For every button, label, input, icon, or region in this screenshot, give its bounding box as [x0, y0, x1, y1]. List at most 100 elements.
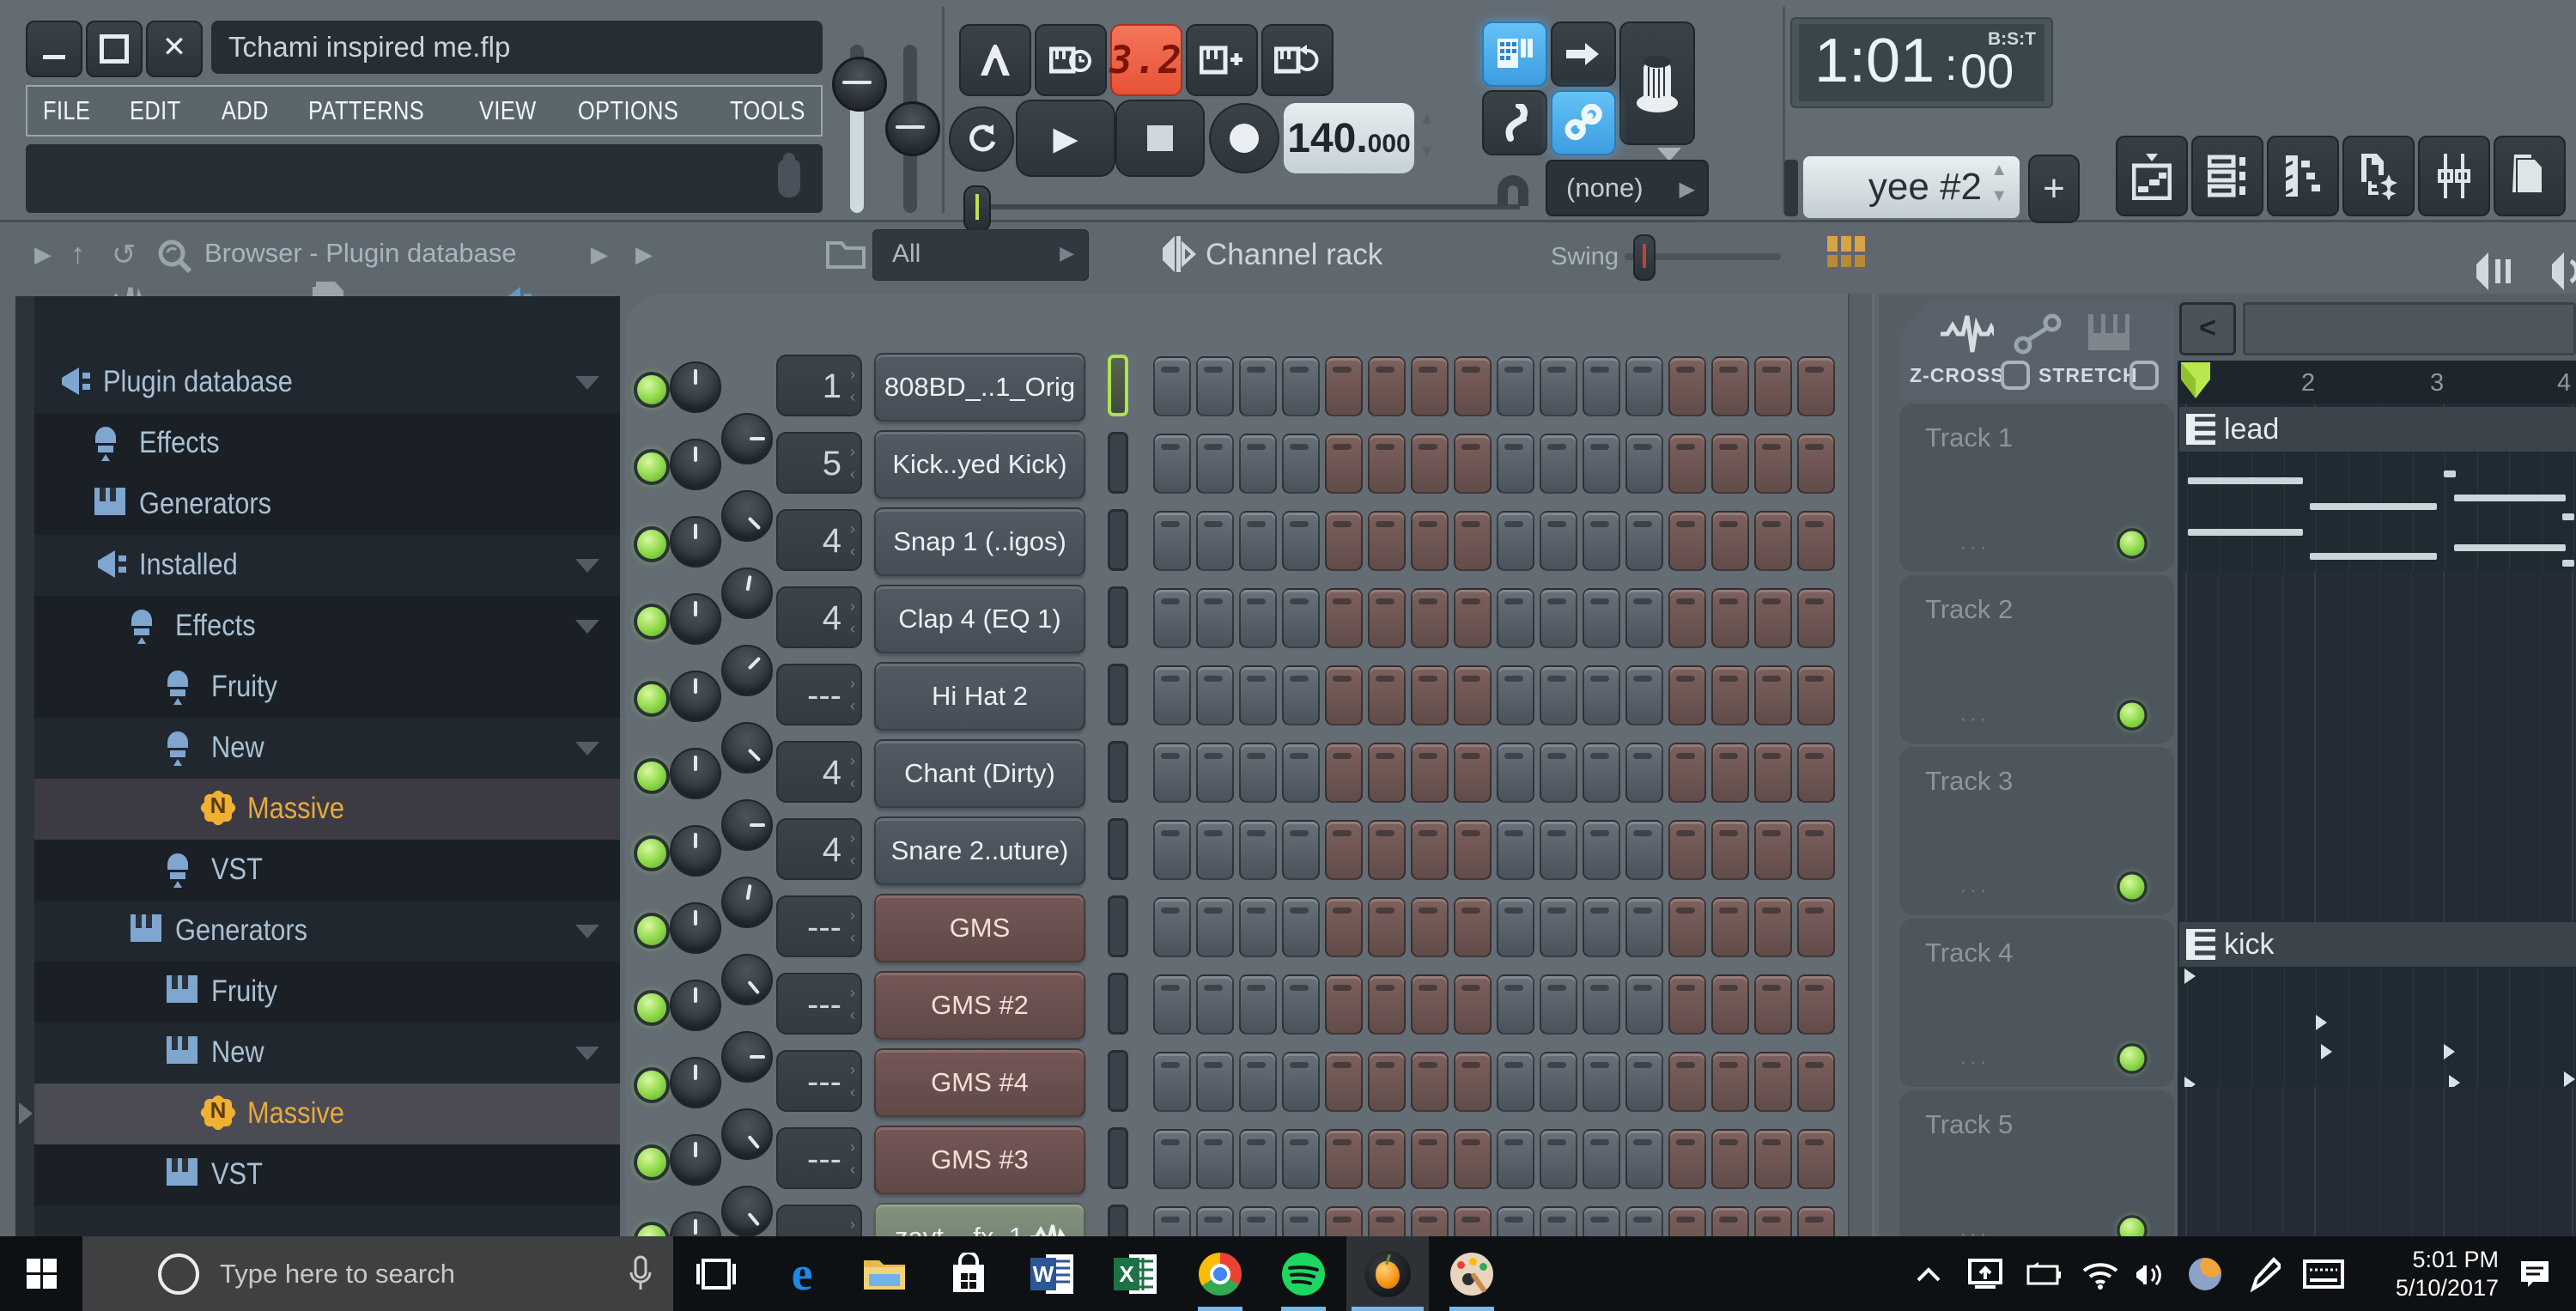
step-button[interactable]: [1668, 588, 1706, 648]
step-button[interactable]: [1239, 511, 1277, 571]
step-button[interactable]: [1754, 588, 1792, 648]
rack-scrollbar[interactable]: [1848, 294, 1872, 1236]
step-button[interactable]: [1282, 588, 1320, 648]
step-button[interactable]: [1325, 511, 1363, 571]
tree-item-new[interactable]: New: [34, 1023, 620, 1083]
step-button[interactable]: [1668, 897, 1706, 957]
step-button[interactable]: [1711, 1052, 1749, 1112]
maximize-button[interactable]: [86, 21, 143, 77]
tree-item-fruity[interactable]: Fruity: [34, 962, 620, 1023]
step-button[interactable]: [1411, 1052, 1449, 1112]
channel-display[interactable]: ---: [776, 973, 862, 1035]
step-button[interactable]: [1325, 743, 1363, 803]
step-button[interactable]: [1497, 1206, 1534, 1236]
step-button[interactable]: [1497, 356, 1534, 416]
channel-target-selector[interactable]: [1108, 895, 1128, 957]
step-button[interactable]: [1411, 356, 1449, 416]
step-button[interactable]: [1583, 1206, 1620, 1236]
channel-pan-knob[interactable]: [670, 1134, 721, 1186]
record-button[interactable]: [1209, 103, 1279, 173]
channel-enable-led[interactable]: [634, 449, 670, 485]
channel-pan-knob[interactable]: [670, 593, 721, 645]
step-button[interactable]: [1368, 1206, 1406, 1236]
pattern-mode-icon[interactable]: [2087, 313, 2131, 352]
step-button[interactable]: [1454, 511, 1492, 571]
step-button[interactable]: [1754, 665, 1792, 725]
channel-enable-led[interactable]: [634, 758, 670, 794]
step-button[interactable]: [1282, 434, 1320, 494]
step-button[interactable]: [1711, 588, 1749, 648]
step-button[interactable]: [1454, 588, 1492, 648]
step-button[interactable]: [1153, 356, 1191, 416]
step-button[interactable]: [1454, 1129, 1492, 1189]
channel-enable-led[interactable]: [634, 681, 670, 717]
clip-kick[interactable]: kick: [2179, 922, 2576, 1087]
taskbar-app-fl-studio[interactable]: [1346, 1236, 1429, 1311]
step-button[interactable]: [1411, 897, 1449, 957]
channel-display[interactable]: ---: [776, 1050, 862, 1112]
step-button[interactable]: [1282, 897, 1320, 957]
step-button[interactable]: [1239, 1206, 1277, 1236]
step-button[interactable]: [1454, 1206, 1492, 1236]
track-header-2[interactable]: Track 2···: [1899, 575, 2174, 744]
close-button[interactable]: ✕: [146, 21, 203, 77]
caret-down-icon[interactable]: [575, 376, 599, 390]
step-button[interactable]: [1325, 820, 1363, 880]
step-button[interactable]: [1368, 511, 1406, 571]
step-button[interactable]: [1411, 1129, 1449, 1189]
step-button[interactable]: [1711, 665, 1749, 725]
tree-item-vst[interactable]: VST: [34, 840, 620, 901]
step-button[interactable]: [1368, 434, 1406, 494]
step-button[interactable]: [1754, 356, 1792, 416]
step-button[interactable]: [1368, 820, 1406, 880]
step-button[interactable]: [1540, 588, 1577, 648]
track-header-4[interactable]: Track 4···: [1899, 919, 2174, 1087]
channel-target-selector[interactable]: [1108, 741, 1128, 803]
step-button[interactable]: [1153, 1052, 1191, 1112]
caret-down-icon[interactable]: [575, 742, 599, 756]
step-button[interactable]: [1754, 1129, 1792, 1189]
step-button[interactable]: [1368, 356, 1406, 416]
step-button[interactable]: [1454, 820, 1492, 880]
channel-enable-led[interactable]: [634, 604, 670, 640]
step-button[interactable]: [1625, 897, 1663, 957]
channel-name-button[interactable]: Snare 2..uture): [874, 816, 1085, 885]
channel-name-button[interactable]: 808BD_..1_Orig: [874, 353, 1085, 422]
tempo-up-icon[interactable]: ▲: [1419, 112, 1436, 125]
step-button[interactable]: [1153, 897, 1191, 957]
channel-display[interactable]: ---: [776, 664, 862, 725]
taskbar-app-edge[interactable]: e: [761, 1236, 843, 1311]
step-button[interactable]: [1754, 820, 1792, 880]
step-button[interactable]: [1754, 743, 1792, 803]
taskbar-search-input[interactable]: Type here to search: [82, 1236, 673, 1311]
channel-enable-led[interactable]: [634, 1144, 670, 1181]
step-button[interactable]: [1411, 974, 1449, 1035]
link-button[interactable]: [1551, 90, 1616, 155]
plugin-picker-view-button[interactable]: [2418, 136, 2490, 216]
channel-display[interactable]: ---: [776, 1127, 862, 1189]
step-button[interactable]: [1196, 974, 1234, 1035]
step-button[interactable]: [1497, 511, 1534, 571]
step-button[interactable]: [1797, 1129, 1835, 1189]
step-button[interactable]: [1711, 1129, 1749, 1189]
step-button[interactable]: [1668, 820, 1706, 880]
step-button[interactable]: [1540, 1052, 1577, 1112]
step-button[interactable]: [1282, 1206, 1320, 1236]
caret-down-icon[interactable]: [575, 559, 599, 573]
step-button[interactable]: [1540, 434, 1577, 494]
tray-battery-icon[interactable]: [2016, 1236, 2068, 1311]
channel-display[interactable]: 5: [776, 432, 862, 494]
audio-track-mode-icon[interactable]: [1941, 314, 1994, 354]
track-header-1[interactable]: Track 1···: [1899, 404, 2174, 572]
step-button[interactable]: [1497, 743, 1534, 803]
step-button[interactable]: [1711, 820, 1749, 880]
tree-item-vst[interactable]: VST: [34, 1144, 620, 1205]
step-button[interactable]: [1797, 511, 1835, 571]
step-button[interactable]: [1540, 820, 1577, 880]
step-button[interactable]: [1540, 356, 1577, 416]
step-button[interactable]: [1668, 511, 1706, 571]
channel-target-selector[interactable]: [1108, 1127, 1128, 1189]
taskbar-app-file-explorer[interactable]: [843, 1236, 926, 1311]
step-button[interactable]: [1368, 1129, 1406, 1189]
browser-collapse-icon[interactable]: ▶: [34, 241, 52, 268]
